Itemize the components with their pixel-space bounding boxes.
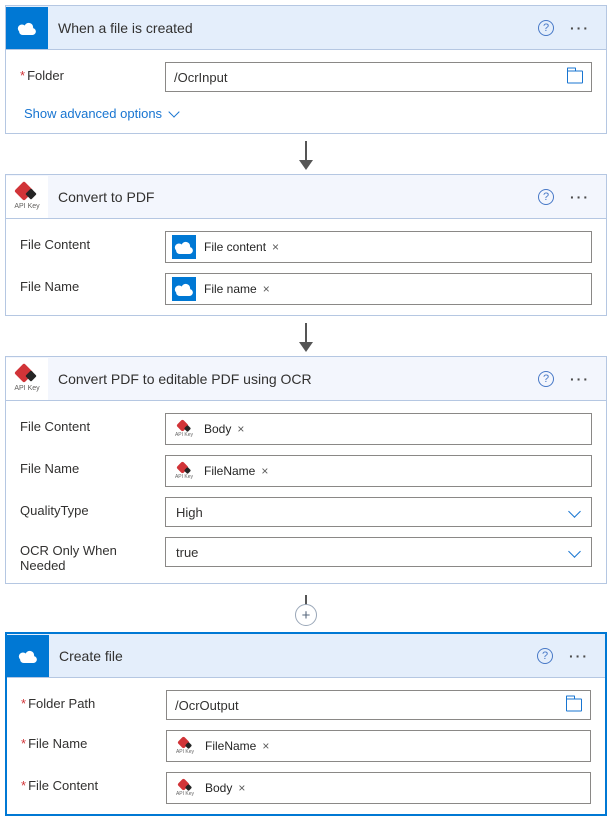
token-filename[interactable]: API Key FileName × (173, 734, 277, 758)
filename-input[interactable]: File name × (165, 273, 592, 305)
qualitytype-select[interactable]: High (165, 497, 592, 527)
filecontent-input[interactable]: API Key Body × (165, 413, 592, 445)
advanced-label: Show advanced options (24, 106, 162, 121)
more-menu[interactable]: ··· (568, 20, 592, 36)
card-header[interactable]: Create file ? ··· (7, 634, 605, 678)
filename-label: File Name (20, 273, 165, 294)
remove-token-icon[interactable]: × (272, 240, 279, 254)
apikey-mini-icon: API Key (172, 459, 196, 483)
onedrive-icon (172, 277, 196, 301)
filecontent-label: File Content (20, 231, 165, 252)
more-menu[interactable]: ··· (568, 371, 592, 387)
folderpath-input[interactable]: /OcrOutput (166, 690, 591, 720)
show-advanced-link[interactable]: Show advanced options (20, 102, 178, 123)
token-filename[interactable]: API Key FileName × (172, 459, 276, 483)
connector-arrow (5, 134, 607, 174)
connector-arrow: + (5, 584, 607, 624)
remove-token-icon[interactable]: × (237, 422, 244, 436)
help-icon[interactable]: ? (538, 189, 554, 205)
folder-picker-icon[interactable] (566, 699, 582, 712)
onedrive-icon (6, 7, 48, 49)
folder-picker-icon[interactable] (567, 71, 583, 84)
connector-arrow (5, 316, 607, 356)
card-header[interactable]: When a file is created ? ··· (6, 6, 606, 50)
ocronly-value: true (176, 545, 198, 560)
remove-token-icon[interactable]: × (238, 781, 245, 795)
apikey-mini-icon: API Key (172, 417, 196, 441)
help-icon[interactable]: ? (538, 20, 554, 36)
filecontent-label: File Content (21, 772, 166, 793)
folderpath-value: /OcrOutput (175, 698, 239, 713)
onedrive-icon (172, 235, 196, 259)
filecontent-input[interactable]: File content × (165, 231, 592, 263)
ocronly-select[interactable]: true (165, 537, 592, 567)
apikey-icon: API Key (6, 176, 48, 218)
onedrive-icon (7, 635, 49, 677)
filename-input[interactable]: API Key FileName × (165, 455, 592, 487)
token-file-content[interactable]: File content × (172, 235, 287, 259)
folder-label: Folder (20, 62, 165, 83)
token-body[interactable]: API Key Body × (172, 417, 252, 441)
remove-token-icon[interactable]: × (263, 282, 270, 296)
add-step-button[interactable]: + (295, 604, 317, 626)
convert-to-pdf-card: API Key Convert to PDF ? ··· File Conten… (5, 174, 607, 316)
filename-label: File Name (20, 455, 165, 476)
apikey-mini-icon: API Key (173, 776, 197, 800)
folder-value: /OcrInput (174, 70, 227, 85)
card-title: Convert PDF to editable PDF using OCR (58, 371, 538, 387)
trigger-card: When a file is created ? ··· Folder /Ocr… (5, 5, 607, 134)
ocronly-label: OCR Only When Needed (20, 537, 165, 573)
card-title: Convert to PDF (58, 189, 538, 205)
apikey-icon: API Key (6, 358, 48, 400)
filecontent-label: File Content (20, 413, 165, 434)
folderpath-label: Folder Path (21, 690, 166, 711)
chevron-down-icon (168, 106, 179, 117)
token-body[interactable]: API Key Body × (173, 776, 253, 800)
more-menu[interactable]: ··· (567, 648, 591, 664)
card-header[interactable]: API Key Convert PDF to editable PDF usin… (6, 357, 606, 401)
more-menu[interactable]: ··· (568, 189, 592, 205)
folder-input[interactable]: /OcrInput (165, 62, 592, 92)
filename-label: File Name (21, 730, 166, 751)
card-title: Create file (59, 648, 537, 664)
create-file-card: Create file ? ··· Folder Path /OcrOutput… (5, 632, 607, 816)
filecontent-input[interactable]: API Key Body × (166, 772, 591, 804)
filename-input[interactable]: API Key FileName × (166, 730, 591, 762)
token-file-name[interactable]: File name × (172, 277, 278, 301)
remove-token-icon[interactable]: × (262, 739, 269, 753)
convert-ocr-card: API Key Convert PDF to editable PDF usin… (5, 356, 607, 584)
card-title: When a file is created (58, 20, 538, 36)
card-header[interactable]: API Key Convert to PDF ? ··· (6, 175, 606, 219)
remove-token-icon[interactable]: × (261, 464, 268, 478)
qualitytype-label: QualityType (20, 497, 165, 518)
help-icon[interactable]: ? (537, 648, 553, 664)
qualitytype-value: High (176, 505, 203, 520)
help-icon[interactable]: ? (538, 371, 554, 387)
apikey-mini-icon: API Key (173, 734, 197, 758)
